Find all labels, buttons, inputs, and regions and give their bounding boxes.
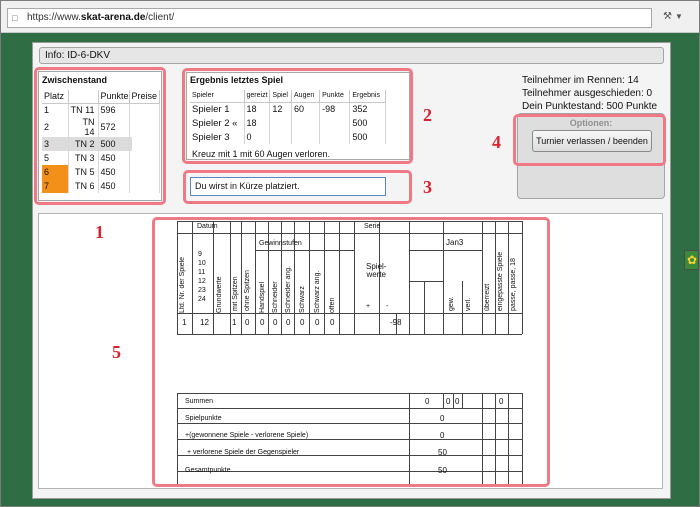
stat-eliminated: Teilnehmer ausgeschieden: 0 — [522, 88, 653, 99]
browser-window: □ https://www.skat-arena.de/client/ ⚒ ▼ … — [0, 0, 700, 507]
stat-participants: Teilnehmer im Rennen: 14 — [522, 75, 639, 86]
annotation-box-1 — [34, 67, 166, 205]
annotation-box-2 — [182, 68, 413, 164]
annotation-label-3: 3 — [423, 177, 432, 197]
stat-score: Dein Punktestand: 500 Punkte — [522, 101, 658, 112]
chevron-down-icon[interactable]: ▼ — [675, 11, 683, 23]
browser-toolbar: □ https://www.skat-arena.de/client/ ⚒ ▼ — [1, 1, 699, 33]
url-path: /client/ — [145, 12, 175, 23]
annotation-box-4 — [513, 114, 666, 166]
info-label: Info: ID-6-DKV — [45, 50, 111, 61]
flower-icon[interactable]: ✿ — [684, 250, 699, 270]
annotation-label-2: 2 — [423, 105, 432, 125]
url-domain: skat-arena.de — [80, 12, 146, 23]
address-bar[interactable]: □ https://www.skat-arena.de/client/ — [7, 8, 652, 28]
page-icon: □ — [12, 13, 18, 23]
annotation-box-5 — [152, 217, 550, 487]
annotation-label-5: 5 — [112, 342, 121, 362]
tournament-stats: Teilnehmer im Rennen: 14 Teilnehmer ausg… — [522, 74, 668, 114]
annotation-box-3 — [183, 170, 412, 204]
url-prefix: https://www. — [27, 12, 81, 23]
annotation-label-1: 1 — [95, 222, 104, 242]
annotation-label-4: 4 — [492, 132, 501, 152]
info-bar: Info: ID-6-DKV — [39, 47, 664, 64]
tools-icon[interactable]: ⚒ — [663, 11, 672, 23]
